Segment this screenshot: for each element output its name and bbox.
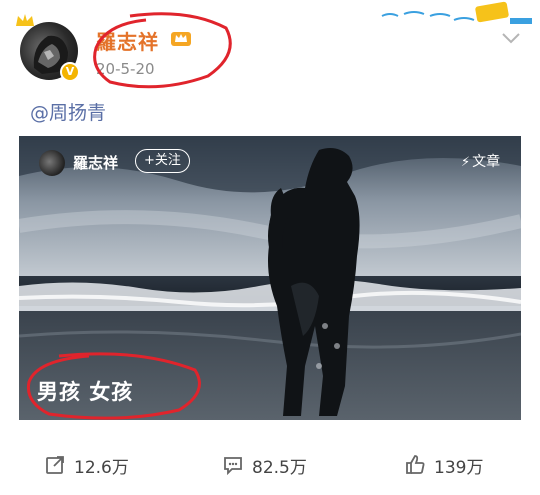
repost-count: 12.6万 [74,457,129,478]
card-author-name: 羅志祥 [73,154,119,172]
repost-button[interactable]: 12.6万 [44,452,129,478]
like-count: 139万 [434,457,484,478]
article-label: 文章 [472,154,501,170]
bolt-icon: ⚡ [461,155,471,170]
sticker-decoration [381,1,532,24]
card-author-avatar [39,150,65,176]
annotation-circle-author [93,12,232,89]
comment-icon [224,457,242,476]
crown-icon [16,14,34,26]
comment-count: 82.5万 [252,457,307,478]
like-icon [406,455,425,474]
like-button[interactable]: 139万 [404,452,483,478]
article-card[interactable]: 羅志祥 +关注 ⚡ 文章 男孩 女孩 [19,136,521,420]
comment-button[interactable]: 82.5万 [222,452,307,478]
chevron-down-icon[interactable] [500,30,522,46]
mention-link[interactable]: @周扬青 [30,98,106,125]
article-tag: ⚡ 文章 [461,151,500,171]
action-bar: 12.6万 82.5万 139万 [0,430,540,495]
annotation-circle-caption [26,352,201,420]
verified-icon: V [60,62,80,82]
repost-icon [46,456,64,474]
follow-button[interactable]: +关注 [135,149,190,173]
